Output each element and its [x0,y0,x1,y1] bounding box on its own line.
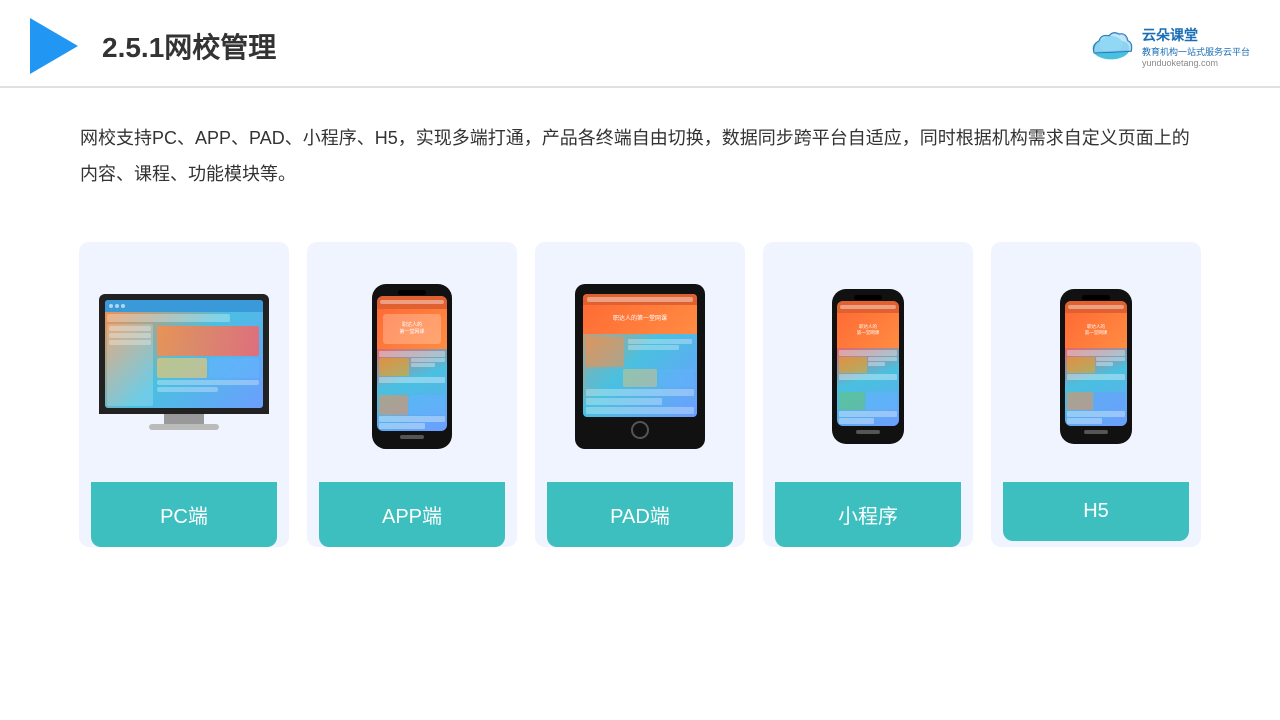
card-miniprogram: 职达人的第一堂网课 [763,242,973,547]
card-pad-image: 职达人的第一堂网课 [547,266,733,466]
card-h5-image: 职达人的第一堂网课 [1003,266,1189,466]
brand-text: 云朵课堂 教育机构一站式服务云平台 yunduoketang.com [1142,25,1250,68]
brand-name: 云朵课堂 [1142,25,1198,45]
pc-device-mockup [99,294,269,439]
header: 2.5.1网校管理 云朵课堂 教育机构一站式服务云平台 yunduoketang… [0,0,1280,88]
card-h5-label: H5 [1003,482,1189,541]
header-left: 2.5.1网校管理 [30,18,276,74]
cards-container: PC端 职达人的第一堂网课 [0,222,1280,567]
card-pad-label: PAD端 [547,482,733,547]
card-app-label: APP端 [319,482,505,547]
card-h5: 职达人的第一堂网课 [991,242,1201,547]
pad-device-mockup: 职达人的第一堂网课 [575,284,705,449]
miniprogram-device-mockup: 职达人的第一堂网课 [832,289,904,444]
card-pc-label: PC端 [91,482,277,547]
brand-subtitle: 教育机构一站式服务云平台 [1142,45,1250,58]
card-miniprogram-label: 小程序 [775,482,961,547]
card-app: 职达人的第一堂网课 [307,242,517,547]
logo-icon [30,18,78,74]
brand-url: yunduoketang.com [1142,58,1218,68]
card-pc-image [91,266,277,466]
card-pc: PC端 [79,242,289,547]
h5-device-mockup: 职达人的第一堂网课 [1060,289,1132,444]
card-app-image: 职达人的第一堂网课 [319,266,505,466]
header-right: 云朵课堂 教育机构一站式服务云平台 yunduoketang.com [1086,25,1250,68]
page-title: 2.5.1网校管理 [102,26,276,66]
card-pad: 职达人的第一堂网课 [535,242,745,547]
app-device-mockup: 职达人的第一堂网课 [372,284,452,449]
description-text: 网校支持PC、APP、PAD、小程序、H5，实现多端打通，产品各终端自由切换，数… [0,88,1280,212]
brand-logo: 云朵课堂 教育机构一站式服务云平台 yunduoketang.com [1086,25,1250,68]
cloud-icon [1086,26,1136,66]
card-miniprogram-image: 职达人的第一堂网课 [775,266,961,466]
